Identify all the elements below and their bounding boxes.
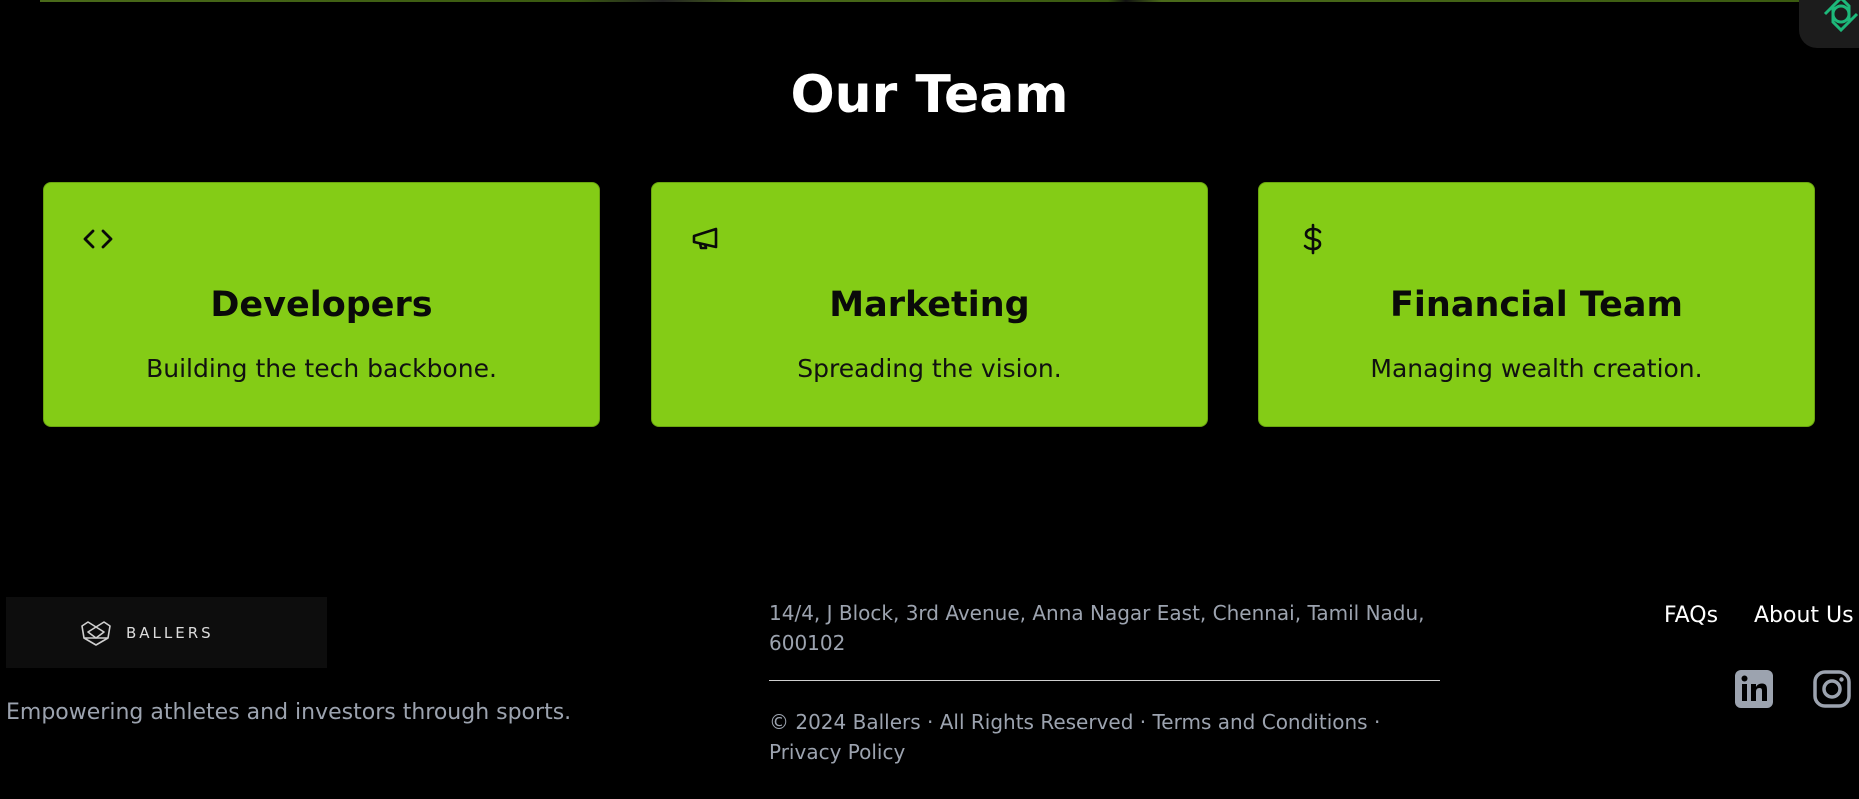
nav-faqs-link[interactable]: FAQs: [1664, 600, 1718, 632]
footer-divider: [769, 680, 1440, 681]
footer-tagline: Empowering athletes and investors throug…: [6, 700, 572, 725]
card-description: Building the tech backbone.: [146, 354, 497, 383]
team-card-marketing: Marketing Spreading the vision.: [651, 182, 1208, 427]
separator: ·: [1367, 710, 1381, 734]
section-title: Our Team: [790, 65, 1069, 125]
footer-address: 14/4, J Block, 3rd Avenue, Anna Nagar Ea…: [769, 601, 1425, 655]
footer-logo[interactable]: BALLERS: [6, 597, 327, 668]
code-icon: [80, 221, 116, 257]
card-title: Marketing: [829, 285, 1030, 325]
linkedin-icon[interactable]: [1734, 669, 1774, 709]
ballers-logo-icon: [81, 621, 111, 646]
card-description: Spreading the vision.: [797, 354, 1062, 383]
team-card-developers: Developers Building the tech backbone.: [43, 182, 600, 427]
privacy-link[interactable]: Privacy Policy: [769, 740, 905, 764]
team-card-financial: Financial Team Managing wealth creation.: [1258, 182, 1815, 427]
assistant-logo-icon: [1823, 0, 1859, 33]
card-title: Developers: [210, 285, 433, 325]
logo-wordmark: BALLERS: [126, 624, 214, 642]
footer-copyright: © 2024 Ballers · All Rights Reserved · T…: [769, 707, 1449, 767]
terms-link[interactable]: Terms and Conditions: [1152, 710, 1367, 734]
chat-assistant-button[interactable]: [1799, 0, 1859, 48]
card-title: Financial Team: [1390, 285, 1683, 325]
dollar-icon: [1295, 221, 1331, 257]
page: Our Team Developers Building the tech ba…: [0, 0, 1859, 799]
nav-about-link[interactable]: About Us: [1754, 600, 1854, 632]
instagram-icon[interactable]: [1812, 669, 1852, 709]
copyright-text: © 2024 Ballers · All Rights Reserved ·: [769, 710, 1153, 734]
top-edge-strip: [40, 0, 1820, 2]
card-description: Managing wealth creation.: [1370, 354, 1703, 383]
megaphone-icon: [688, 221, 724, 257]
